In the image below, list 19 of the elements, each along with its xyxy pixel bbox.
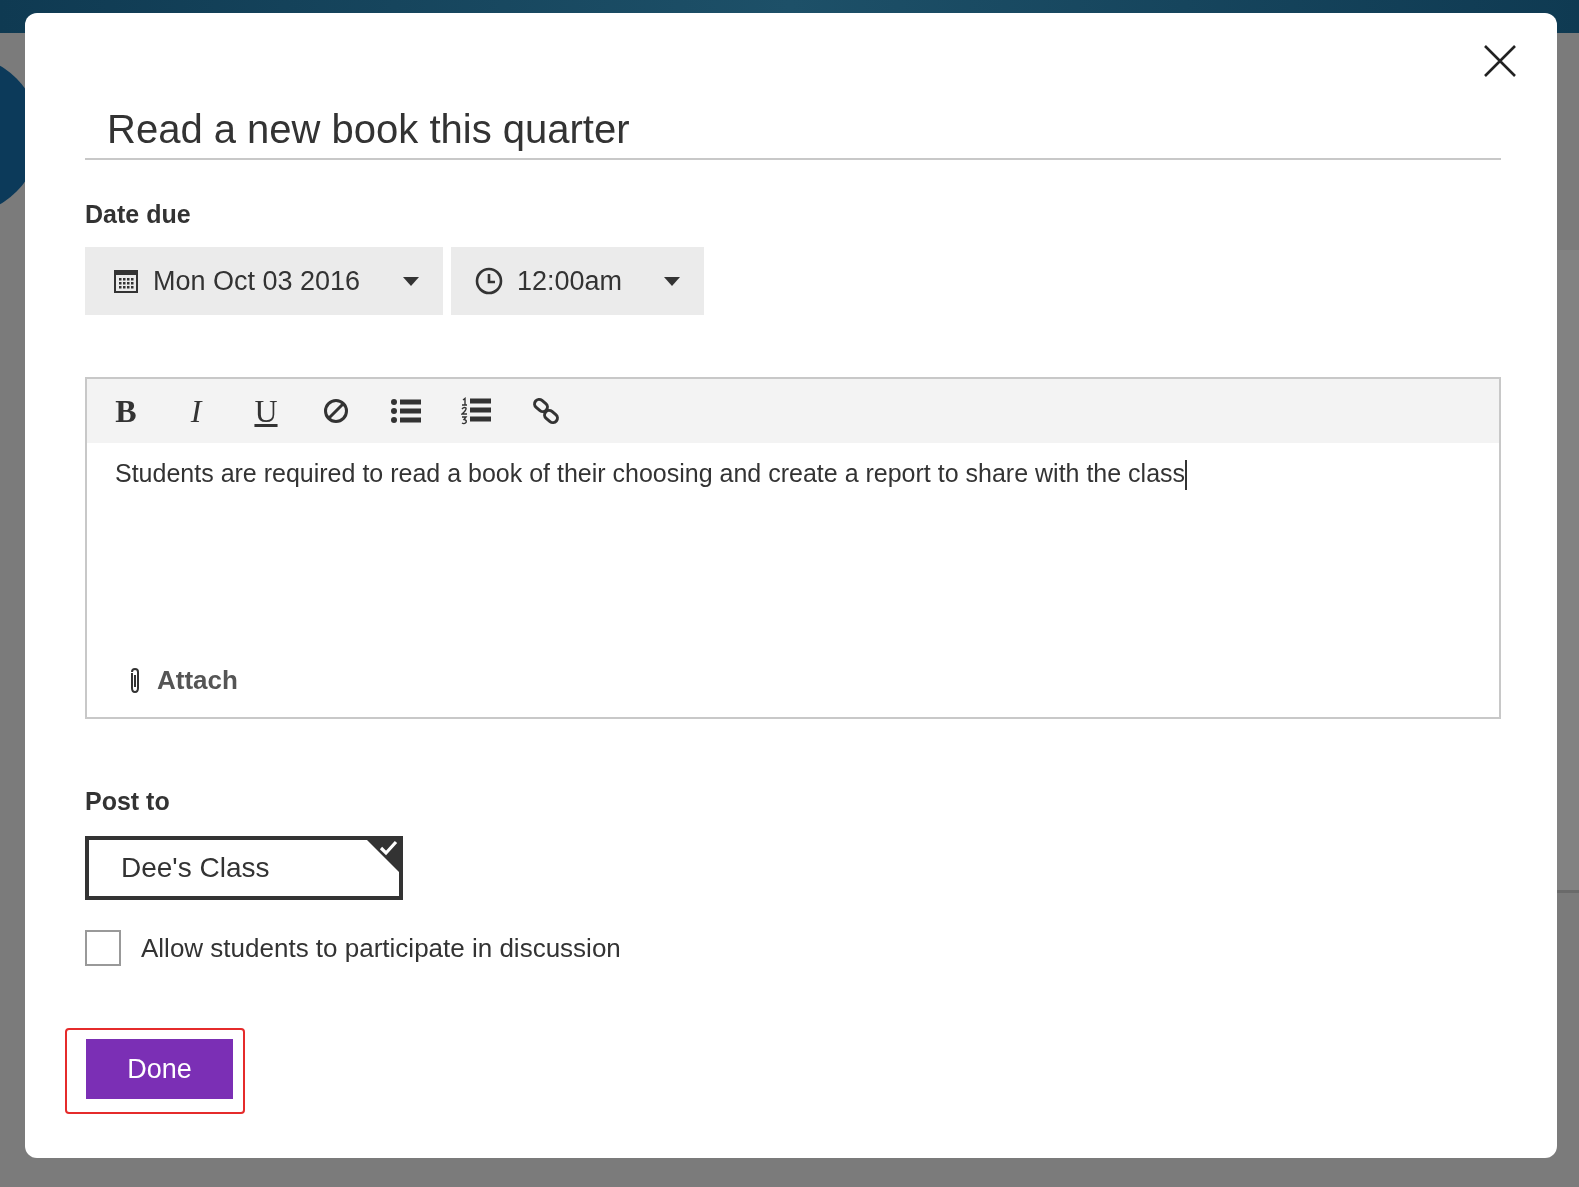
class-chip[interactable]: Dee's Class: [85, 836, 403, 900]
field-label: Post to: [85, 787, 171, 816]
bold-button[interactable]: B: [103, 388, 149, 434]
done-button[interactable]: Done: [86, 1039, 233, 1099]
checkbox-label: Allow students to participate in discussion: [141, 932, 621, 964]
field-label: Date due: [85, 200, 192, 229]
attach-button[interactable]: Attach: [121, 664, 244, 697]
italic-button[interactable]: I: [173, 388, 219, 434]
checkmark-icon: [365, 838, 401, 874]
time-dropdown[interactable]: 12:00am: [451, 247, 704, 315]
description-text[interactable]: Students are required to read a book of their choosing and create a report to share with the class: [87, 443, 1499, 664]
calendar-icon: [113, 268, 139, 294]
clock-icon: [475, 267, 503, 295]
date-dropdown[interactable]: Mon Oct 03 2016: [85, 247, 443, 315]
caret-icon: [403, 276, 419, 286]
caret-icon: [664, 276, 680, 286]
underline-button[interactable]: U: [243, 388, 289, 434]
checkbox[interactable]: [85, 930, 121, 966]
title-field[interactable]: Read a new book this quarter: [85, 107, 1501, 160]
